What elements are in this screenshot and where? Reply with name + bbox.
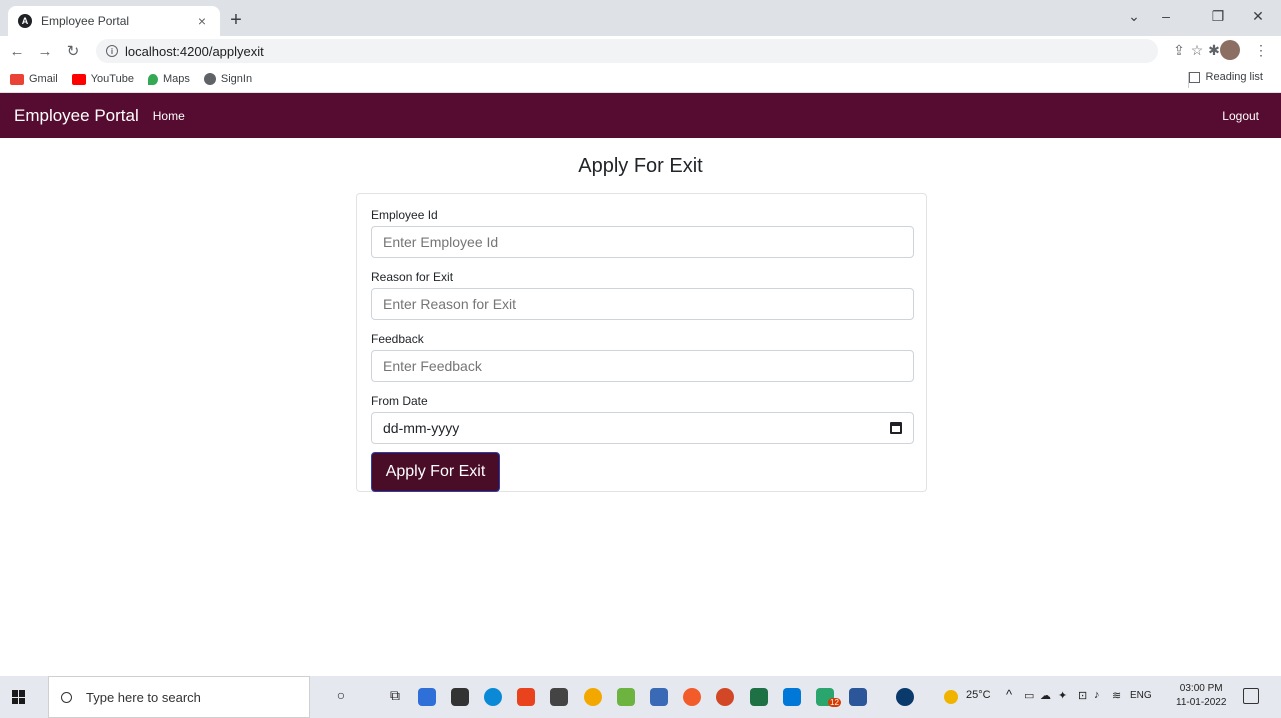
feedback-input[interactable] (371, 350, 914, 382)
windows-start-icon[interactable] (12, 690, 26, 704)
help-icon[interactable] (896, 688, 914, 706)
volume-icon[interactable]: ♪ (1094, 689, 1100, 701)
reload-icon[interactable]: ↻ (62, 42, 84, 60)
from-date-input[interactable]: dd-mm-yyyy (371, 412, 914, 444)
bookmark-signin[interactable]: SignIn (203, 73, 253, 85)
clock-date: 11-01-2022 (1176, 697, 1227, 708)
bookmark-maps[interactable]: Maps (147, 73, 190, 85)
office-icon[interactable] (517, 688, 535, 706)
employee-id-input[interactable] (371, 226, 914, 258)
url-text: localhost:4200/applyexit (125, 43, 264, 59)
reason-input[interactable] (371, 288, 914, 320)
edge-icon[interactable] (484, 688, 502, 706)
powerpoint-icon[interactable] (716, 688, 734, 706)
nav-logout-link[interactable]: Logout (1222, 109, 1259, 123)
youtube-icon (71, 73, 86, 85)
angular-favicon-icon: A (18, 14, 32, 28)
wifi-icon[interactable]: ≋ (1112, 689, 1121, 702)
address-bar[interactable]: i localhost:4200/applyexit (96, 39, 1158, 63)
language-indicator[interactable]: ENG (1130, 690, 1152, 701)
globe-icon (203, 73, 216, 85)
exit-form-card: Employee Id Reason for Exit Feedback Fro… (356, 193, 927, 492)
mail-icon[interactable] (451, 688, 469, 706)
spring-tools-icon[interactable] (617, 688, 635, 706)
notification-center-icon[interactable] (1243, 688, 1259, 704)
browser-tab[interactable]: A Employee Portal × (8, 6, 220, 36)
tab-title: Employee Portal (41, 14, 130, 28)
app-navbar: Employee Portal Home Logout (0, 93, 1281, 138)
bookmarks-bar: Gmail YouTube Maps SignIn Reading list (0, 66, 1281, 93)
nav-home-link[interactable]: Home (153, 109, 185, 123)
forward-icon[interactable]: → (34, 43, 56, 60)
bookmark-label: Maps (162, 73, 190, 85)
share-icon[interactable]: ⇪ (1170, 42, 1188, 59)
profile-avatar[interactable] (1220, 40, 1240, 60)
gmail-icon (10, 73, 24, 85)
clock-time: 03:00 PM (1179, 683, 1223, 694)
vscode-blue-icon[interactable] (650, 688, 668, 706)
terminal-icon[interactable] (550, 688, 568, 706)
task-view-icon[interactable]: ⧉ (386, 687, 404, 704)
tab-close-icon[interactable]: × (194, 13, 210, 29)
back-icon[interactable]: ← (6, 43, 28, 60)
battery-icon[interactable]: ▭ (1024, 689, 1034, 702)
excel-icon[interactable] (750, 688, 768, 706)
cortana-icon[interactable]: ○ (332, 687, 350, 703)
browser-toolbar: ← → ↻ i localhost:4200/applyexit ⇪ ☆ ✱ ⋮ (0, 36, 1281, 66)
reason-label: Reason for Exit (371, 270, 454, 284)
date-placeholder: dd-mm-yyyy (383, 420, 460, 436)
chrome-icon[interactable] (584, 688, 602, 706)
taskbar-clock[interactable]: 03:00 PM 11-01-2022 (1176, 682, 1226, 710)
maximize-icon[interactable]: ❐ (1208, 8, 1228, 25)
menu-icon[interactable]: ⋮ (1252, 42, 1270, 59)
bookmark-label: YouTube (90, 73, 134, 85)
postman-icon[interactable] (683, 688, 701, 706)
search-icon (61, 691, 72, 703)
site-info-icon[interactable]: i (106, 45, 118, 57)
weather-icon[interactable] (944, 690, 958, 704)
app-tray-icon[interactable]: ✦ (1058, 689, 1067, 702)
bookmark-label: Gmail (29, 73, 58, 85)
reading-list-label: Reading list (1205, 71, 1263, 83)
windows-taskbar: Type here to search ○ ⧉ 12 25°C ^ ▭ ☁ ✦ … (0, 676, 1281, 718)
maps-icon (147, 73, 158, 85)
calendar-icon[interactable] (890, 422, 902, 434)
file-explorer-icon[interactable] (418, 688, 436, 706)
onedrive-icon[interactable]: ☁ (1040, 689, 1051, 702)
apply-for-exit-button[interactable]: Apply For Exit (371, 452, 500, 492)
reading-list-button[interactable]: Reading list (1188, 71, 1263, 83)
bookmark-label: SignIn (220, 73, 253, 85)
visual-studio-code-icon[interactable] (783, 688, 801, 706)
close-window-icon[interactable]: ✕ (1248, 8, 1268, 25)
bookmark-youtube[interactable]: YouTube (71, 73, 134, 85)
notification-badge: 12 (828, 698, 841, 707)
bookmark-gmail[interactable]: Gmail (10, 73, 58, 85)
taskbar-search-box[interactable]: Type here to search (48, 676, 310, 718)
new-tab-button[interactable]: + (224, 8, 248, 32)
weather-text[interactable]: 25°C (966, 689, 991, 701)
brand-link[interactable]: Employee Portal (14, 106, 139, 126)
taskbar-search-placeholder: Type here to search (86, 689, 201, 705)
show-hidden-icons-icon[interactable]: ^ (1006, 687, 1012, 702)
page-title: Apply For Exit (578, 155, 703, 177)
minimize-icon[interactable]: – (1156, 8, 1176, 24)
reading-list-icon (1188, 71, 1200, 83)
network-icon[interactable]: ⊡ (1078, 689, 1087, 702)
bookmark-star-icon[interactable]: ☆ (1188, 42, 1206, 59)
word-icon[interactable] (849, 688, 867, 706)
tab-search-icon[interactable]: ⌄ (1124, 8, 1144, 25)
feedback-label: Feedback (371, 332, 424, 346)
from-date-label: From Date (371, 394, 428, 408)
employee-id-label: Employee Id (371, 208, 438, 222)
browser-tab-strip: A Employee Portal × + ⌄ – ❐ ✕ (0, 0, 1281, 36)
